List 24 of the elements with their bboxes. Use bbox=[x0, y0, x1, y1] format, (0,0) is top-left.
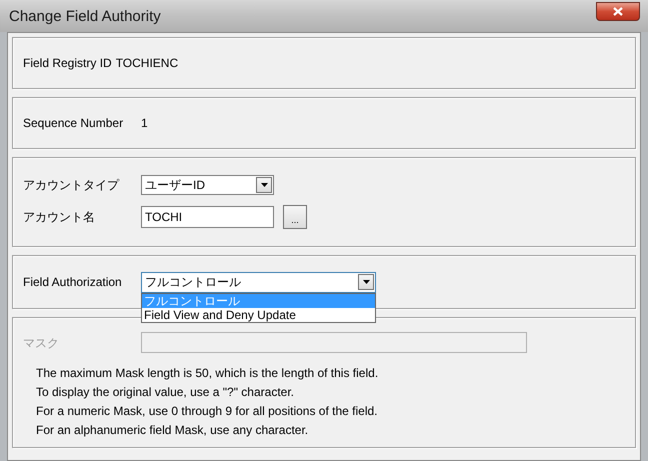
field-value: TOCHIENC bbox=[116, 55, 178, 72]
field-label: Field Registry ID bbox=[23, 55, 112, 72]
close-button[interactable] bbox=[596, 2, 640, 21]
field-label: アカウント名 bbox=[23, 209, 96, 226]
browse-button[interactable]: ... bbox=[283, 205, 307, 229]
account-type-dropdown[interactable]: ユーザーID bbox=[141, 175, 274, 195]
window-title: Change Field Authority bbox=[9, 7, 161, 27]
field-label: Sequence Number bbox=[23, 115, 124, 132]
help-text: For an alphanumeric field Mask, use any character. bbox=[36, 422, 310, 438]
field-label: マスク bbox=[23, 334, 60, 352]
field-label: Field Authorization bbox=[23, 274, 123, 291]
help-text: To display the original value, use a "?" character. bbox=[36, 384, 295, 400]
dropdown-option[interactable]: Field View and Deny Update bbox=[142, 308, 375, 322]
help-text: The maximum Mask length is 50, which is the length of this field. bbox=[36, 365, 380, 381]
dropdown-button[interactable] bbox=[358, 274, 374, 290]
close-icon bbox=[613, 7, 623, 16]
field-label: アカウントタイプ bbox=[23, 177, 120, 194]
caret-icon bbox=[362, 280, 370, 284]
account-name-field[interactable]: TOCHI bbox=[141, 206, 274, 228]
help-text: For a numeric Mask, use 0 through 9 for all positions of the field. bbox=[36, 403, 379, 419]
caret-icon bbox=[260, 183, 268, 187]
authorization-dropdown[interactable]: フルコントロール bbox=[141, 272, 376, 292]
field-value: 1 bbox=[141, 115, 148, 132]
dropdown-button[interactable] bbox=[256, 177, 272, 193]
